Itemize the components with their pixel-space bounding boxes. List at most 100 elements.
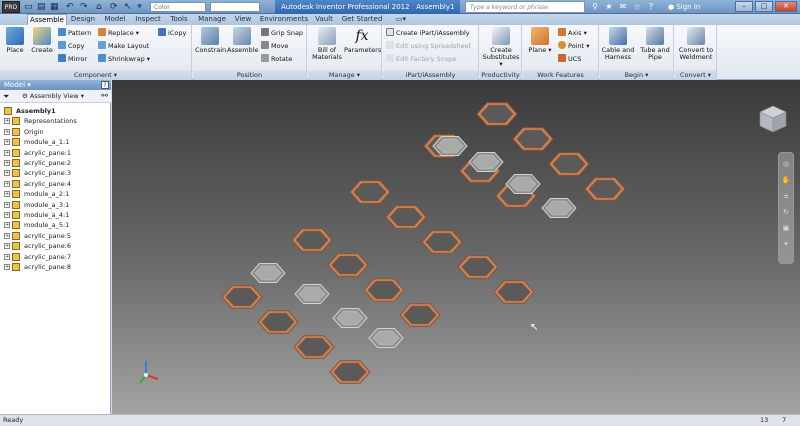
expand-icon[interactable]: + — [4, 139, 10, 146]
move-button[interactable]: Move — [261, 41, 288, 51]
minimize-button[interactable]: – — [735, 1, 753, 12]
undo-icon[interactable]: ↶ — [66, 2, 74, 12]
place-button[interactable]: Place — [4, 27, 26, 54]
tab-view[interactable]: View — [232, 14, 254, 25]
update-icon[interactable]: ⟳ — [110, 2, 118, 12]
expand-icon[interactable]: + — [4, 264, 10, 270]
browser-header[interactable]: Model ▾ ? — [0, 80, 111, 90]
browser-help-icon[interactable]: ? — [101, 81, 109, 89]
panel-title-manage[interactable]: Manage ▾ — [308, 70, 381, 80]
tab-vault[interactable]: Vault — [312, 14, 336, 25]
maximize-button[interactable]: □ — [755, 1, 773, 12]
search-icon[interactable]: ⚲ — [590, 2, 600, 12]
tree-node[interactable]: + acrylic_pane:1 — [0, 148, 111, 158]
tree-node[interactable]: + acrylic_pane:6 — [0, 241, 111, 251]
assemble-button[interactable]: Assemble — [227, 27, 258, 54]
look-at-icon[interactable]: ▣ — [781, 223, 791, 233]
sign-in-link[interactable]: ● Sign In — [668, 1, 700, 13]
expand-icon[interactable]: + — [4, 253, 10, 260]
axis-button[interactable]: Axis ▾ — [558, 28, 587, 38]
tab-inspect[interactable]: Inspect — [133, 14, 163, 25]
filter-icon[interactable]: ⏷ — [3, 92, 9, 101]
graphics-viewport[interactable]: ◎ ✋ ± ↻ ▣ ▾ ↖ — [112, 80, 800, 414]
create-substitutes-button[interactable]: Create Substitutes ▾ — [481, 27, 521, 68]
tab-model[interactable]: Model — [101, 14, 129, 25]
parameters-button[interactable]: fx Parameters — [344, 27, 381, 54]
expand-icon[interactable]: + — [4, 149, 10, 156]
tree-node[interactable]: + acrylic_pane:4 — [0, 179, 111, 189]
point-button[interactable]: Point ▾ — [558, 41, 589, 51]
tree-node[interactable]: + module_a_3:1 — [0, 200, 111, 210]
pan-icon[interactable]: ✋ — [781, 175, 791, 185]
tree-node[interactable]: + acrylic_pane:2 — [0, 158, 111, 168]
bill-of-materials-button[interactable]: Bill of Materials — [310, 27, 344, 61]
new-icon[interactable]: ▭ — [24, 2, 33, 12]
panel-title-convert[interactable]: Convert ▾ — [675, 70, 716, 80]
tab-get-started[interactable]: Get Started — [340, 14, 384, 25]
tree-root[interactable]: Assembly1 — [0, 106, 111, 116]
color-select[interactable]: Color — [150, 2, 206, 12]
tree-node[interactable]: + module_a_4:1 — [0, 210, 111, 220]
tab-tools[interactable]: Tools — [167, 14, 191, 25]
tree-node[interactable]: + Representations — [0, 116, 111, 126]
style-select[interactable] — [210, 2, 260, 12]
copy-button[interactable]: Copy — [58, 41, 85, 51]
replace-button[interactable]: Replace ▾ — [98, 28, 139, 38]
expand-icon[interactable]: + — [4, 180, 10, 187]
constrain-button[interactable]: Constrain — [195, 27, 226, 54]
tree-node[interactable]: + acrylic_pane:3 — [0, 168, 111, 178]
tree-node[interactable]: + acrylic_pane:5 — [0, 231, 111, 241]
view-cube[interactable] — [758, 104, 788, 134]
help-icon[interactable]: ? — [646, 2, 656, 12]
expand-icon[interactable]: + — [4, 232, 10, 239]
expand-icon[interactable]: + — [4, 128, 10, 135]
application-menu-button[interactable]: PRO — [2, 1, 20, 13]
find-binoculars-icon[interactable]: ⚯ — [101, 91, 108, 100]
redo-icon[interactable]: ↷ — [80, 2, 88, 12]
cable-harness-button[interactable]: Cable and Harness — [600, 27, 636, 61]
expand-icon[interactable]: + — [4, 170, 10, 177]
plane-button[interactable]: Plane ▾ — [526, 27, 554, 54]
subscription-icon[interactable]: ★ — [604, 2, 614, 12]
favorites-icon[interactable]: ☆ — [632, 2, 642, 12]
panel-title-component[interactable]: Component ▾ — [0, 70, 191, 80]
ucs-button[interactable]: UCS — [558, 54, 581, 64]
tree-node[interactable]: + module_a_5:1 — [0, 220, 111, 230]
navbar-options-icon[interactable]: ▾ — [781, 239, 791, 249]
panel-title-begin[interactable]: Begin ▾ — [600, 70, 673, 80]
grip-snap-button[interactable]: Grip Snap — [261, 28, 303, 38]
tab-environments[interactable]: Environments — [259, 14, 309, 25]
tab-design[interactable]: Design — [69, 14, 97, 25]
search-input[interactable]: Type a keyword or phrase — [465, 1, 585, 13]
select-icon[interactable]: ↖ — [124, 2, 132, 12]
tree-node[interactable]: + acrylic_pane:8 — [0, 262, 111, 272]
tree-node[interactable]: + acrylic_pane:7 — [0, 252, 111, 262]
steering-wheel-icon[interactable]: ◎ — [781, 159, 791, 169]
communication-icon[interactable]: ✉ — [618, 2, 628, 12]
tree-node[interactable]: + module_a_1:1 — [0, 137, 111, 147]
measure-icon[interactable]: ⌖ — [137, 2, 142, 12]
icopy-button[interactable]: iCopy — [158, 28, 186, 38]
close-button[interactable]: ✕ — [775, 1, 797, 12]
zoom-icon[interactable]: ± — [781, 191, 791, 201]
tree-node[interactable]: + module_a_2:1 — [0, 189, 111, 199]
expand-icon[interactable]: + — [4, 243, 10, 250]
save-icon[interactable]: ▦ — [50, 2, 59, 12]
expand-icon[interactable]: + — [4, 222, 10, 229]
expand-icon[interactable]: + — [4, 160, 10, 166]
ribbon-minimize-icon[interactable]: ▭▾ — [392, 14, 410, 25]
assembly-view-select[interactable]: ⚙ Assembly View ▾ — [22, 92, 84, 101]
expand-icon[interactable]: + — [4, 212, 10, 218]
shrinkwrap-button[interactable]: Shrinkwrap ▾ — [98, 54, 150, 64]
open-icon[interactable]: ▤ — [37, 2, 46, 12]
home-icon[interactable]: ⌂ — [96, 2, 102, 12]
convert-weldment-button[interactable]: Convert to Weldment — [675, 27, 717, 61]
expand-icon[interactable]: + — [4, 201, 10, 208]
create-component-button[interactable]: Create — [30, 27, 54, 54]
pattern-button[interactable]: Pattern — [58, 28, 91, 38]
orbit-icon[interactable]: ↻ — [781, 207, 791, 217]
expand-icon[interactable]: + — [4, 191, 10, 198]
tube-pipe-button[interactable]: Tube and Pipe — [638, 27, 672, 61]
tab-manage[interactable]: Manage — [197, 14, 227, 25]
expand-icon[interactable]: + — [4, 118, 10, 125]
